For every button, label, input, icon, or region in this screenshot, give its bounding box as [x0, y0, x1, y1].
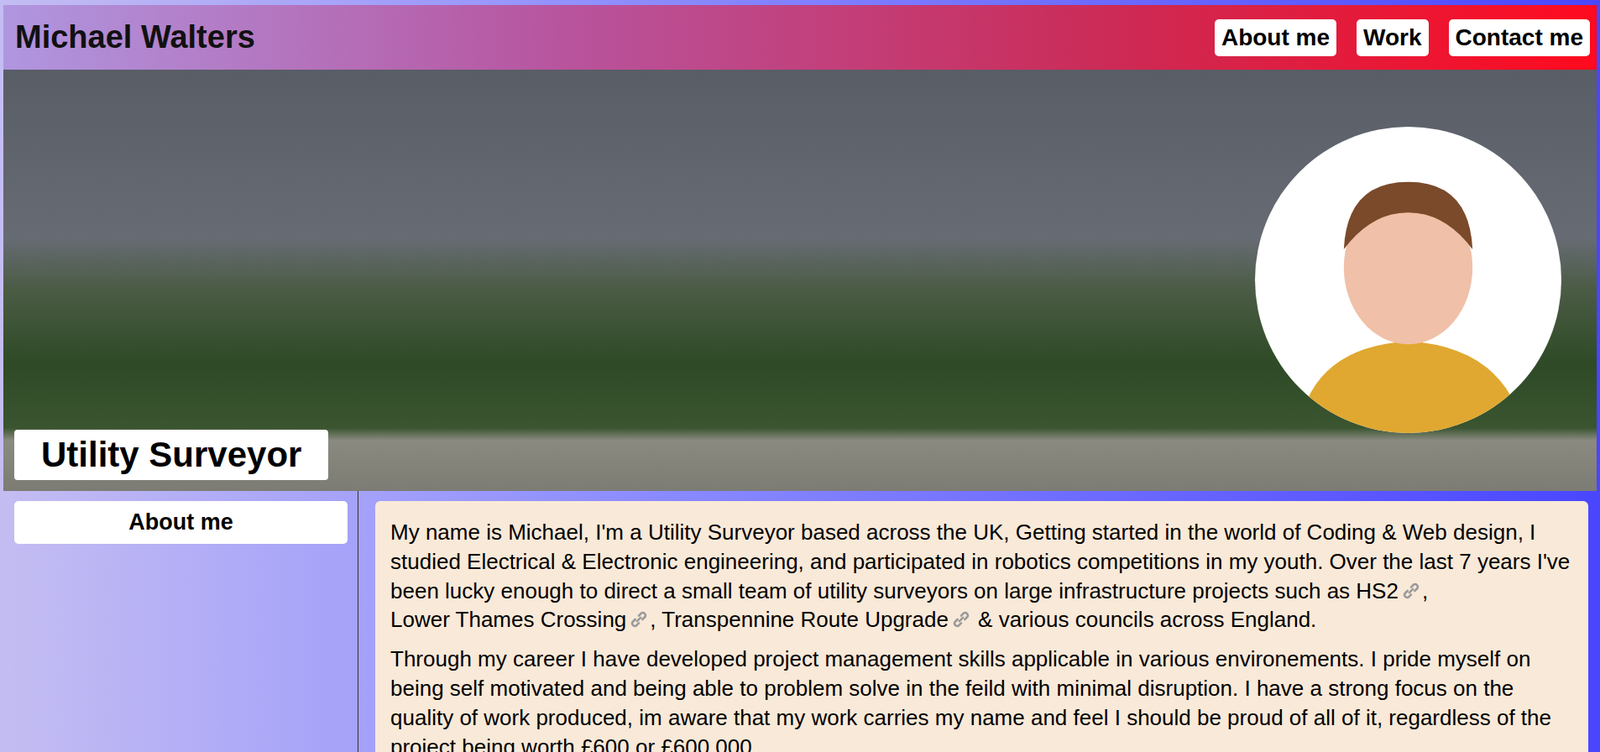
- about-paragraph: Through my career I have developed proje…: [390, 644, 1574, 752]
- nav-button[interactable]: About me: [1214, 19, 1337, 57]
- link-icon: [1400, 580, 1423, 602]
- avatar-photo: [1254, 126, 1562, 434]
- project-link[interactable]: Transpennine Route Upgrade: [661, 606, 973, 633]
- page: Michael Walters About me Work Contact me Uti…: [0, 0, 1600, 752]
- link-icon: [950, 608, 973, 631]
- about-card: My name is Michael, I'm a Utility Survey…: [375, 501, 1589, 752]
- nav-button[interactable]: Contact me: [1448, 19, 1590, 57]
- portrait-icon: [1254, 126, 1562, 434]
- nav-button[interactable]: Work: [1356, 19, 1429, 57]
- nav: About me Work Contact me: [1214, 19, 1590, 57]
- site-name[interactable]: Michael Walters: [15, 19, 256, 56]
- main: About me My name is Michael, I'm a Utilit…: [3, 491, 1597, 752]
- sidebar: About me: [3, 491, 359, 752]
- about-paragraph: My name is Michael, I'm a Utility Survey…: [390, 517, 1574, 635]
- header: Michael Walters About me Work Contact me: [3, 5, 1597, 70]
- project-link[interactable]: HS2: [1355, 578, 1423, 604]
- hero-photo: Utility Surveyor: [3, 69, 1597, 492]
- hero-title: Utility Surveyor: [14, 429, 329, 481]
- link-icon: [627, 608, 650, 631]
- sidebar-item[interactable]: About me: [14, 501, 348, 544]
- project-link[interactable]: Lower Thames Crossing: [390, 606, 650, 633]
